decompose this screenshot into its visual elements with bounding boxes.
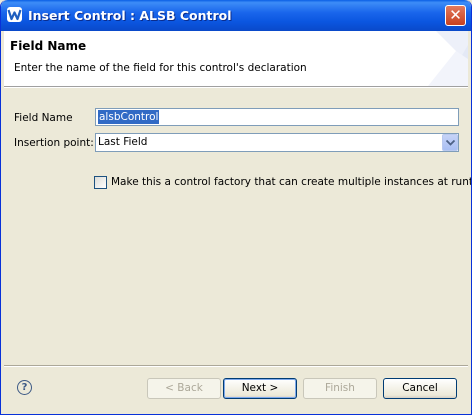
page-title: Field Name <box>10 39 87 53</box>
field-name-value: alsbControl <box>98 110 160 124</box>
weblogic-icon <box>7 7 22 22</box>
title-bar[interactable]: Insert Control : ALSB Control ✕ <box>1 0 471 31</box>
insertion-point-value: Last Field <box>98 136 148 148</box>
window-title: Insert Control : ALSB Control <box>28 8 232 23</box>
field-name-label: Field Name <box>14 112 73 124</box>
insertion-point-select[interactable]: Last Field <box>95 133 459 152</box>
factory-checkbox-label[interactable]: Make this a control factory that can cre… <box>111 176 471 188</box>
close-button[interactable]: ✕ <box>445 5 466 26</box>
wizard-banner: Field Name Enter the name of the field f… <box>4 31 468 87</box>
factory-checkbox[interactable] <box>94 176 107 189</box>
back-button[interactable]: < Back <box>147 378 221 399</box>
field-name-input[interactable]: alsbControl <box>95 108 459 126</box>
banner-graphic <box>428 31 468 86</box>
next-button[interactable]: Next > <box>223 378 297 399</box>
help-icon[interactable]: ? <box>17 380 32 395</box>
dropdown-arrow-icon[interactable] <box>442 134 458 151</box>
insertion-point-label: Insertion point: <box>14 137 94 149</box>
dialog-window: Insert Control : ALSB Control ✕ Field Na… <box>0 0 472 415</box>
banner-separator <box>4 87 468 88</box>
footer-separator <box>4 365 468 367</box>
page-description: Enter the name of the field for this con… <box>14 62 307 74</box>
cancel-button[interactable]: Cancel <box>383 378 457 399</box>
finish-button[interactable]: Finish <box>303 378 377 399</box>
